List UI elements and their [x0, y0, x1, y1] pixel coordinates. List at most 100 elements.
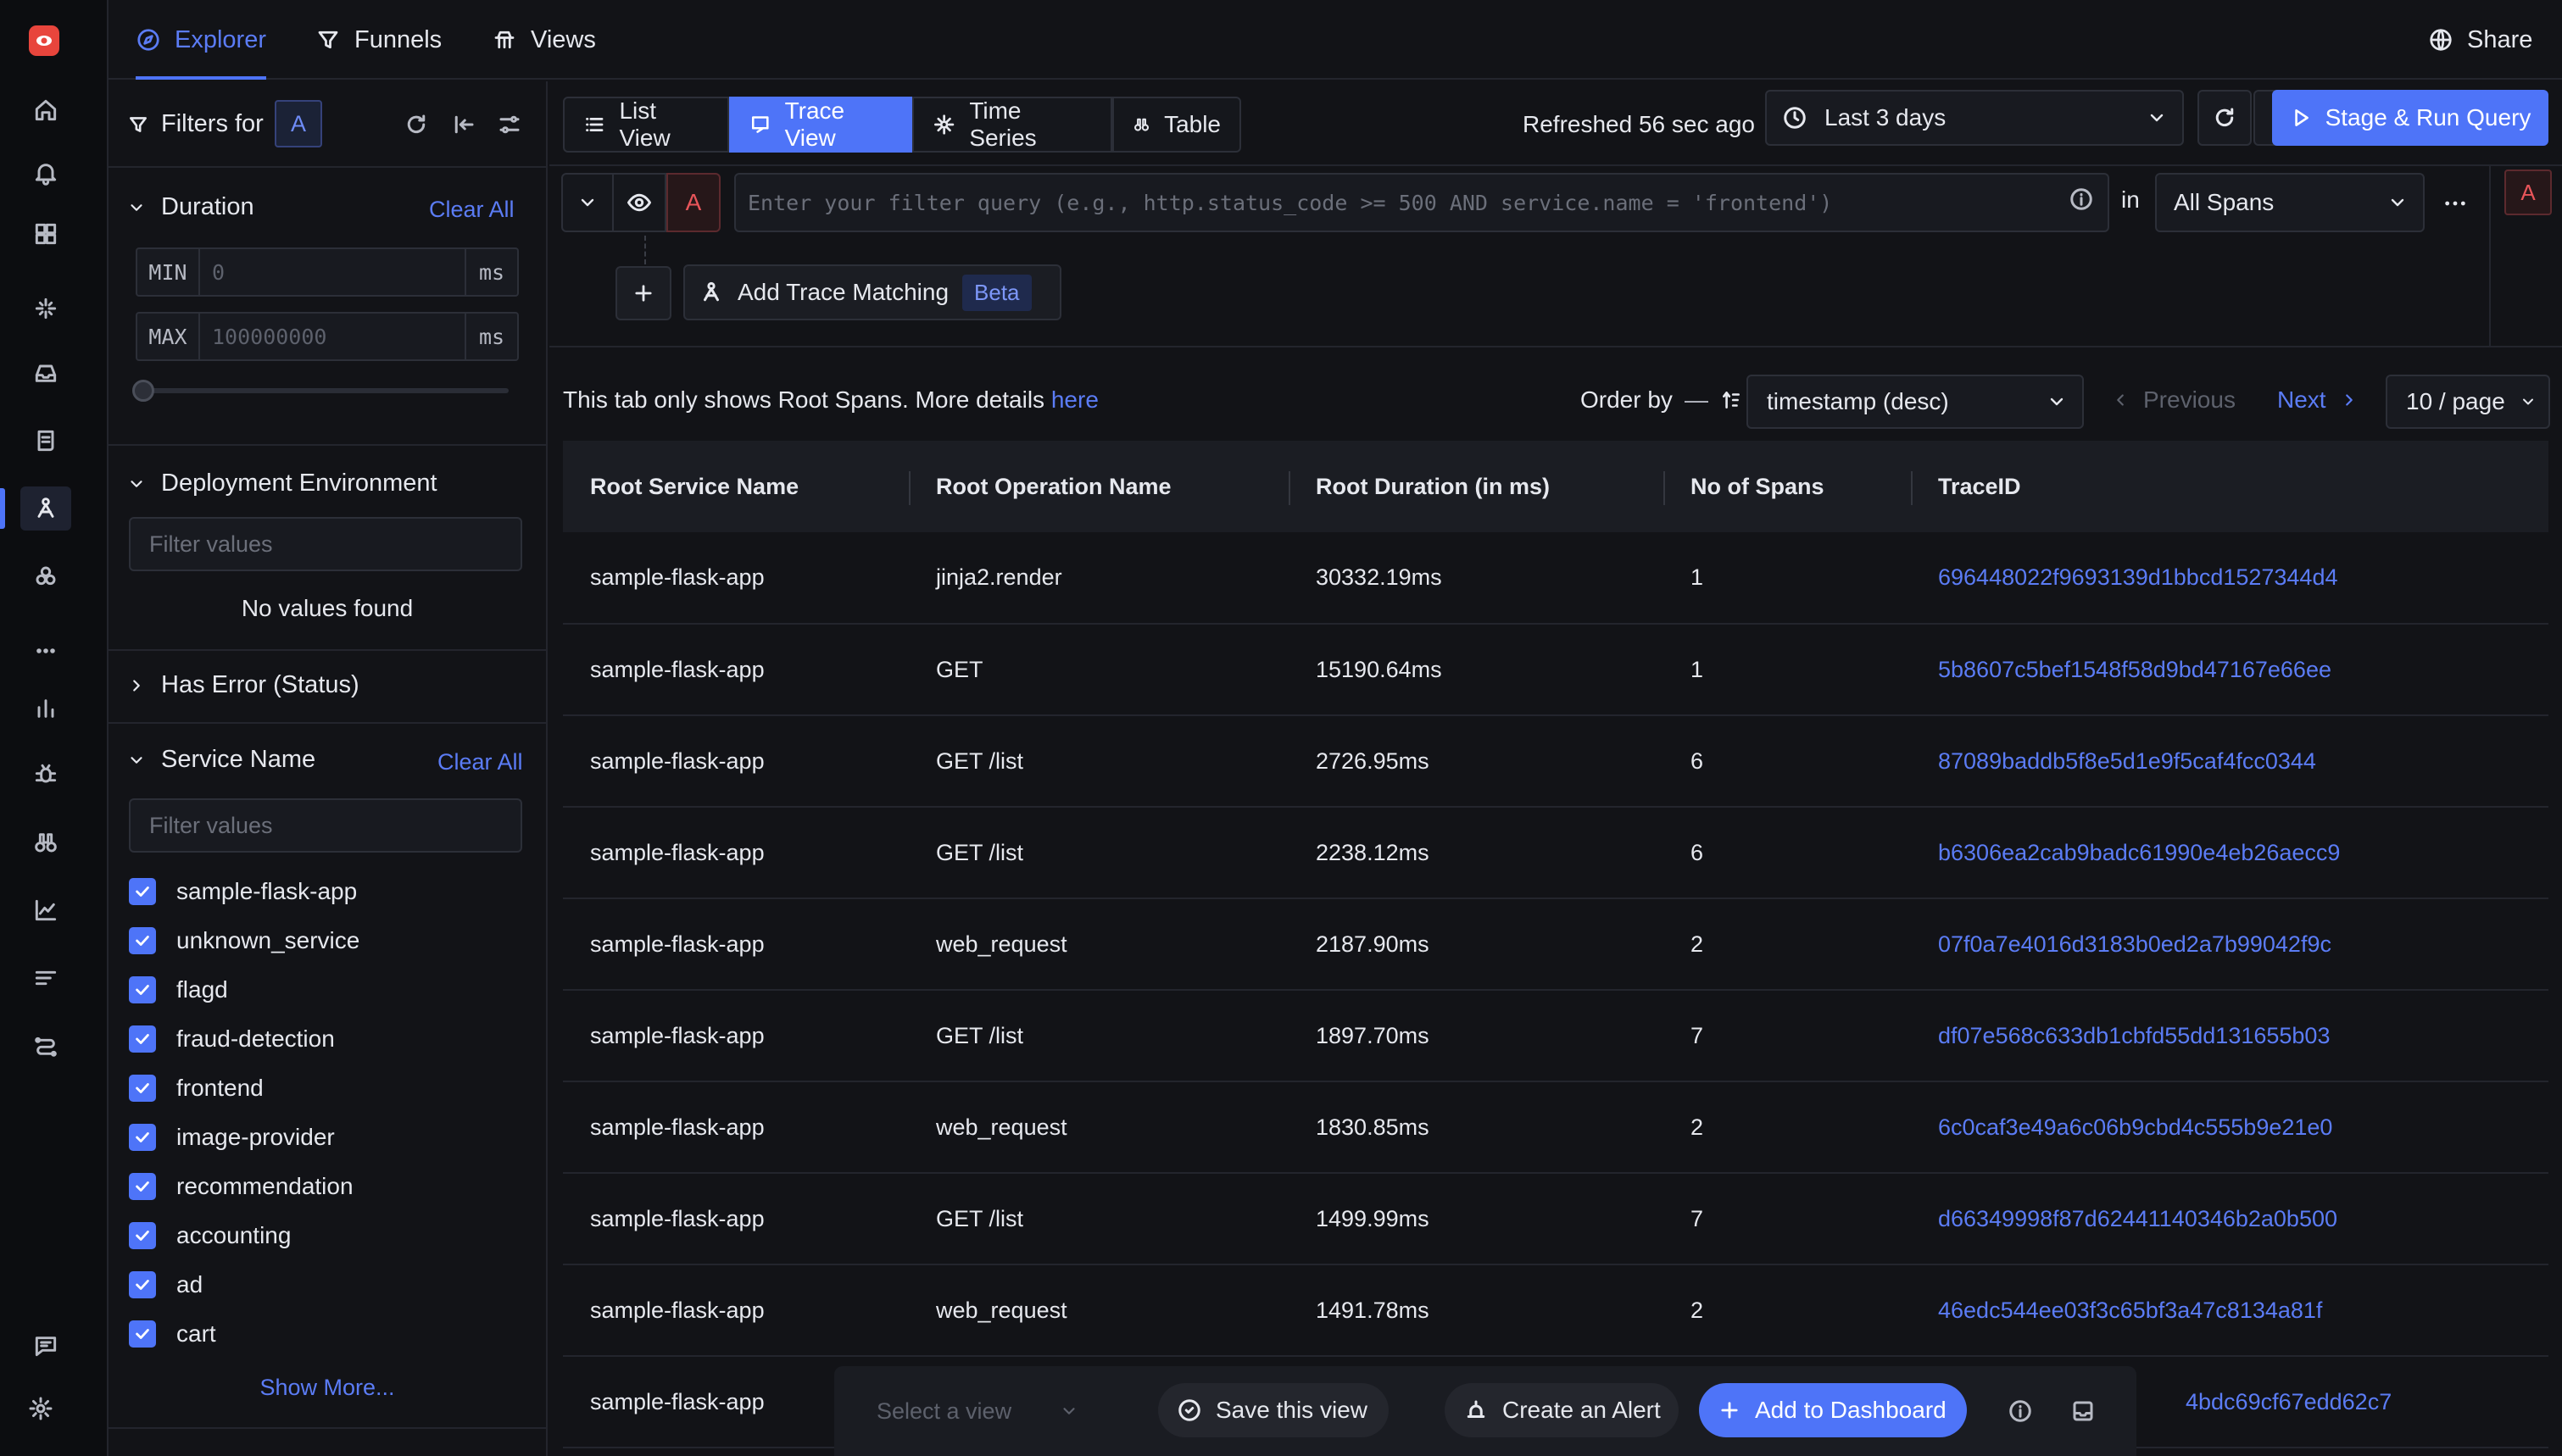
refresh-button[interactable]: [2197, 90, 2252, 146]
home-icon[interactable]: [27, 92, 64, 129]
tab-time-series[interactable]: Time Series: [912, 97, 1112, 153]
service-checkbox-row[interactable]: ad: [129, 1271, 203, 1298]
service-checkbox-row[interactable]: fraud-detection: [129, 1025, 335, 1053]
duration-slider-handle[interactable]: [132, 380, 154, 402]
logs-icon[interactable]: [27, 422, 64, 459]
list-lines-icon[interactable]: [27, 959, 64, 997]
deployment-header[interactable]: Deployment Environment: [127, 470, 437, 497]
table-row[interactable]: sample-flask-app GET /list 2238.12ms 6 b6306…: [563, 807, 2548, 898]
service-checkbox-row[interactable]: accounting: [129, 1222, 291, 1249]
page-size-select[interactable]: 10 / page: [2386, 375, 2550, 429]
more-icon[interactable]: [27, 632, 64, 670]
inbox-icon[interactable]: [27, 354, 64, 392]
deployment-filter-input[interactable]: Filter values: [129, 517, 522, 571]
table-row[interactable]: sample-flask-app web_request 2187.90ms 2 07f…: [563, 898, 2548, 990]
binoculars-icon[interactable]: [27, 824, 64, 861]
table-row[interactable]: sample-flask-app jinja2.render 30332.19ms 1…: [563, 532, 2548, 624]
info-icon[interactable]: [2069, 186, 2094, 212]
query-label-badge[interactable]: A: [666, 173, 721, 232]
chat-icon[interactable]: [27, 1327, 64, 1364]
metrics-bar-icon[interactable]: [27, 690, 64, 727]
table-row[interactable]: sample-flask-app web_request 1830.85ms 2 6c0…: [563, 1081, 2548, 1173]
tab-trace-view[interactable]: Trace View: [729, 97, 912, 153]
duration-min-field[interactable]: MIN 0 ms: [136, 247, 519, 297]
service-checkbox-row[interactable]: unknown_service: [129, 927, 359, 954]
tab-list-view[interactable]: List View: [563, 97, 729, 153]
query-visibility-toggle[interactable]: [614, 173, 666, 232]
add-query-button[interactable]: [615, 266, 671, 320]
col-root-service-name[interactable]: Root Service Name: [563, 441, 909, 532]
checkbox-checked[interactable]: [129, 1271, 156, 1298]
cell-trace-id[interactable]: 5b8607c5bef1548f58d9bd47167e66ee: [1911, 624, 2548, 715]
checkbox-checked[interactable]: [129, 1025, 156, 1053]
tab-explorer[interactable]: Explorer: [136, 0, 266, 80]
checkbox-checked[interactable]: [129, 1320, 156, 1348]
table-row[interactable]: sample-flask-app GET /list 2726.95ms 6 87089…: [563, 715, 2548, 807]
service-clear-all[interactable]: Clear All: [437, 749, 523, 775]
cell-trace-id[interactable]: 46edc544ee03f3c65bf3a47c8134a81f: [1911, 1264, 2548, 1356]
share-button[interactable]: Share: [2428, 0, 2532, 80]
col-root-duration[interactable]: Root Duration (in ms): [1289, 441, 1663, 532]
info-icon[interactable]: [2008, 1398, 2033, 1424]
cell-trace-id[interactable]: d66349998f87d62441140346b2a0b500: [1911, 1173, 2548, 1264]
min-input[interactable]: 0: [200, 260, 465, 285]
save-view-button[interactable]: Save this view: [1158, 1383, 1389, 1437]
sort-icon[interactable]: [1720, 389, 1742, 411]
col-root-operation-name[interactable]: Root Operation Name: [909, 441, 1289, 532]
duration-header[interactable]: Duration: [127, 193, 254, 221]
select-view-dropdown[interactable]: Select a view: [834, 1366, 1089, 1456]
service-checkbox-row[interactable]: flagd: [129, 976, 228, 1003]
notice-link[interactable]: here: [1051, 386, 1099, 413]
max-input[interactable]: 100000000: [200, 325, 465, 349]
traces-icon[interactable]: [27, 490, 64, 527]
service-checkbox-row[interactable]: frontend: [129, 1075, 264, 1102]
table-row[interactable]: sample-flask-app GET 15190.64ms 1 5b8607c5be…: [563, 624, 2548, 715]
duration-clear-all[interactable]: Clear All: [429, 197, 515, 223]
checkbox-checked[interactable]: [129, 1222, 156, 1249]
chart-line-icon[interactable]: [27, 892, 64, 929]
show-more-link[interactable]: Show More...: [109, 1375, 546, 1401]
span-scope-select[interactable]: All Spans: [2155, 173, 2425, 232]
duration-max-field[interactable]: MAX 100000000 ms: [136, 312, 519, 361]
order-by-select[interactable]: timestamp (desc): [1746, 375, 2084, 429]
next-page-button[interactable]: Next: [2277, 386, 2359, 414]
service-checkbox-row[interactable]: image-provider: [129, 1124, 335, 1151]
settings-sliders-icon[interactable]: [497, 112, 522, 137]
checkbox-checked[interactable]: [129, 1124, 156, 1151]
cell-trace-id[interactable]: 6c0caf3e49a6c06b9cbd4c555b9e21e0: [1911, 1081, 2548, 1173]
alerts-bell-icon[interactable]: [27, 154, 64, 192]
cell-trace-id[interactable]: df07e568c633db1cbfd55dd131655b03: [1911, 990, 2548, 1081]
dashboards-grid-icon[interactable]: [27, 215, 64, 253]
inbox-tray-icon[interactable]: [2070, 1398, 2096, 1424]
cell-trace-id[interactable]: b6306ea2cab9badc61990e4eb26aecc9: [1911, 807, 2548, 898]
checkbox-checked[interactable]: [129, 1075, 156, 1102]
more-options-icon[interactable]: [2442, 190, 2469, 217]
previous-page-button[interactable]: Previous: [2111, 386, 2236, 414]
tab-table[interactable]: Table: [1112, 97, 1241, 153]
service-checkbox-row[interactable]: sample-flask-app: [129, 878, 357, 905]
pipelines-icon[interactable]: [27, 1027, 64, 1064]
side-query-badge[interactable]: A: [2504, 169, 2552, 215]
table-row[interactable]: sample-flask-app web_request 1491.78ms 2 46e…: [563, 1264, 2548, 1356]
sparkle-icon[interactable]: [27, 290, 64, 327]
bug-icon[interactable]: [27, 756, 64, 793]
service-name-header[interactable]: Service Name: [127, 746, 315, 774]
query-badge[interactable]: A: [275, 100, 322, 147]
checkbox-checked[interactable]: [129, 976, 156, 1003]
integrations-icon[interactable]: [27, 558, 64, 595]
refresh-icon[interactable]: [404, 112, 429, 137]
add-to-dashboard-button[interactable]: Add to Dashboard: [1699, 1383, 1967, 1437]
col-trace-id[interactable]: TraceID: [1911, 441, 2548, 532]
service-checkbox-row[interactable]: recommendation: [129, 1173, 354, 1200]
duration-slider-track[interactable]: [139, 388, 509, 393]
logo-icon[interactable]: [29, 25, 59, 56]
tab-views[interactable]: Views: [492, 0, 596, 80]
add-trace-matching-button[interactable]: Add Trace Matching Beta: [683, 264, 1061, 320]
has-error-header[interactable]: Has Error (Status): [127, 671, 359, 699]
cell-trace-id[interactable]: 696448022f9693139d1bbcd1527344d4: [1911, 532, 2548, 624]
cell-trace-id[interactable]: 87089baddb5f8e5d1e9f5caf4fcc0344: [1911, 715, 2548, 807]
cell-trace-id[interactable]: 07f0a7e4016d3183b0ed2a7b99042f9c: [1911, 898, 2548, 990]
query-collapse-button[interactable]: [561, 173, 614, 232]
service-filter-input[interactable]: Filter values: [129, 798, 522, 853]
service-checkbox-row[interactable]: cart: [129, 1320, 216, 1348]
